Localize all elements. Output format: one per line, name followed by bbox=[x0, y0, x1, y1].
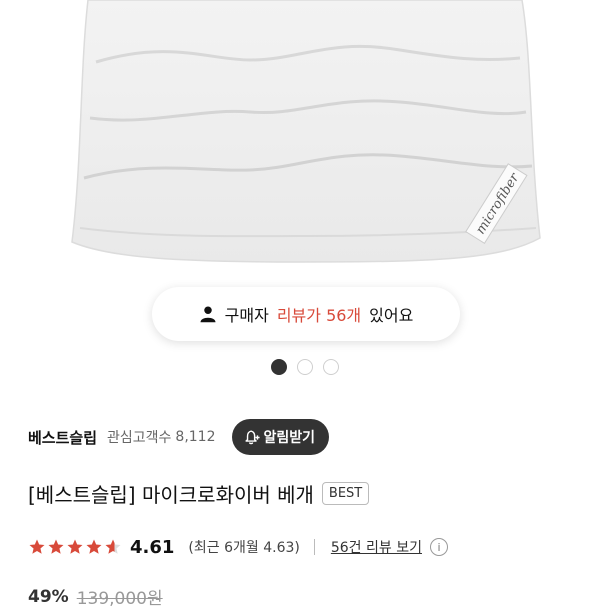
seller-name-link[interactable]: 베스트슬립 bbox=[28, 427, 97, 448]
star-icon bbox=[67, 539, 83, 554]
bell-plus-icon bbox=[244, 429, 260, 444]
best-badge: BEST bbox=[321, 482, 370, 505]
info-icon[interactable]: i bbox=[429, 538, 448, 556]
seller-row: 베스트슬립 관심고객수 8,112 알림받기 bbox=[28, 418, 330, 456]
divider bbox=[313, 539, 315, 555]
carousel-dot-1[interactable] bbox=[271, 359, 287, 375]
star-icon bbox=[86, 539, 102, 554]
carousel-indicator bbox=[271, 359, 339, 375]
star-icon bbox=[105, 539, 121, 554]
review-pill-suffix: 있어요 bbox=[369, 306, 414, 325]
product-title: [베스트슬립] 마이크로화이버 베개 bbox=[28, 483, 314, 507]
product-title-row: [베스트슬립] 마이크로화이버 베개 BEST bbox=[28, 479, 370, 508]
review-pill-prefix: 구매자 bbox=[224, 306, 269, 325]
recent-rating: (최근 6개월 4.63) bbox=[188, 540, 300, 556]
star-icon bbox=[48, 539, 64, 554]
carousel-dot-2[interactable] bbox=[297, 359, 313, 375]
rating-row: 4.61 (최근 6개월 4.63) 56건 리뷰 보기 i bbox=[28, 533, 448, 561]
follower-label: 관심고객수 bbox=[107, 430, 172, 446]
notification-button[interactable]: 알림받기 bbox=[231, 419, 330, 455]
follower-count: 8,112 bbox=[175, 429, 216, 445]
price-row: 49% 139,000원 bbox=[28, 584, 163, 610]
original-price: 139,000원 bbox=[76, 589, 163, 609]
notification-button-label: 알림받기 bbox=[263, 429, 316, 445]
star-rating bbox=[28, 538, 122, 556]
review-link[interactable]: 56건 리뷰 보기 bbox=[331, 537, 422, 557]
review-count-pill[interactable]: 구매자 리뷰가 56개 있어요 bbox=[152, 287, 460, 341]
carousel-dot-3[interactable] bbox=[323, 359, 339, 375]
person-icon bbox=[200, 306, 216, 323]
star-icon bbox=[29, 539, 45, 554]
rating-score: 4.61 bbox=[130, 536, 175, 558]
discount-rate: 49% bbox=[28, 586, 69, 607]
review-pill-highlight: 리뷰가 56개 bbox=[276, 306, 362, 325]
